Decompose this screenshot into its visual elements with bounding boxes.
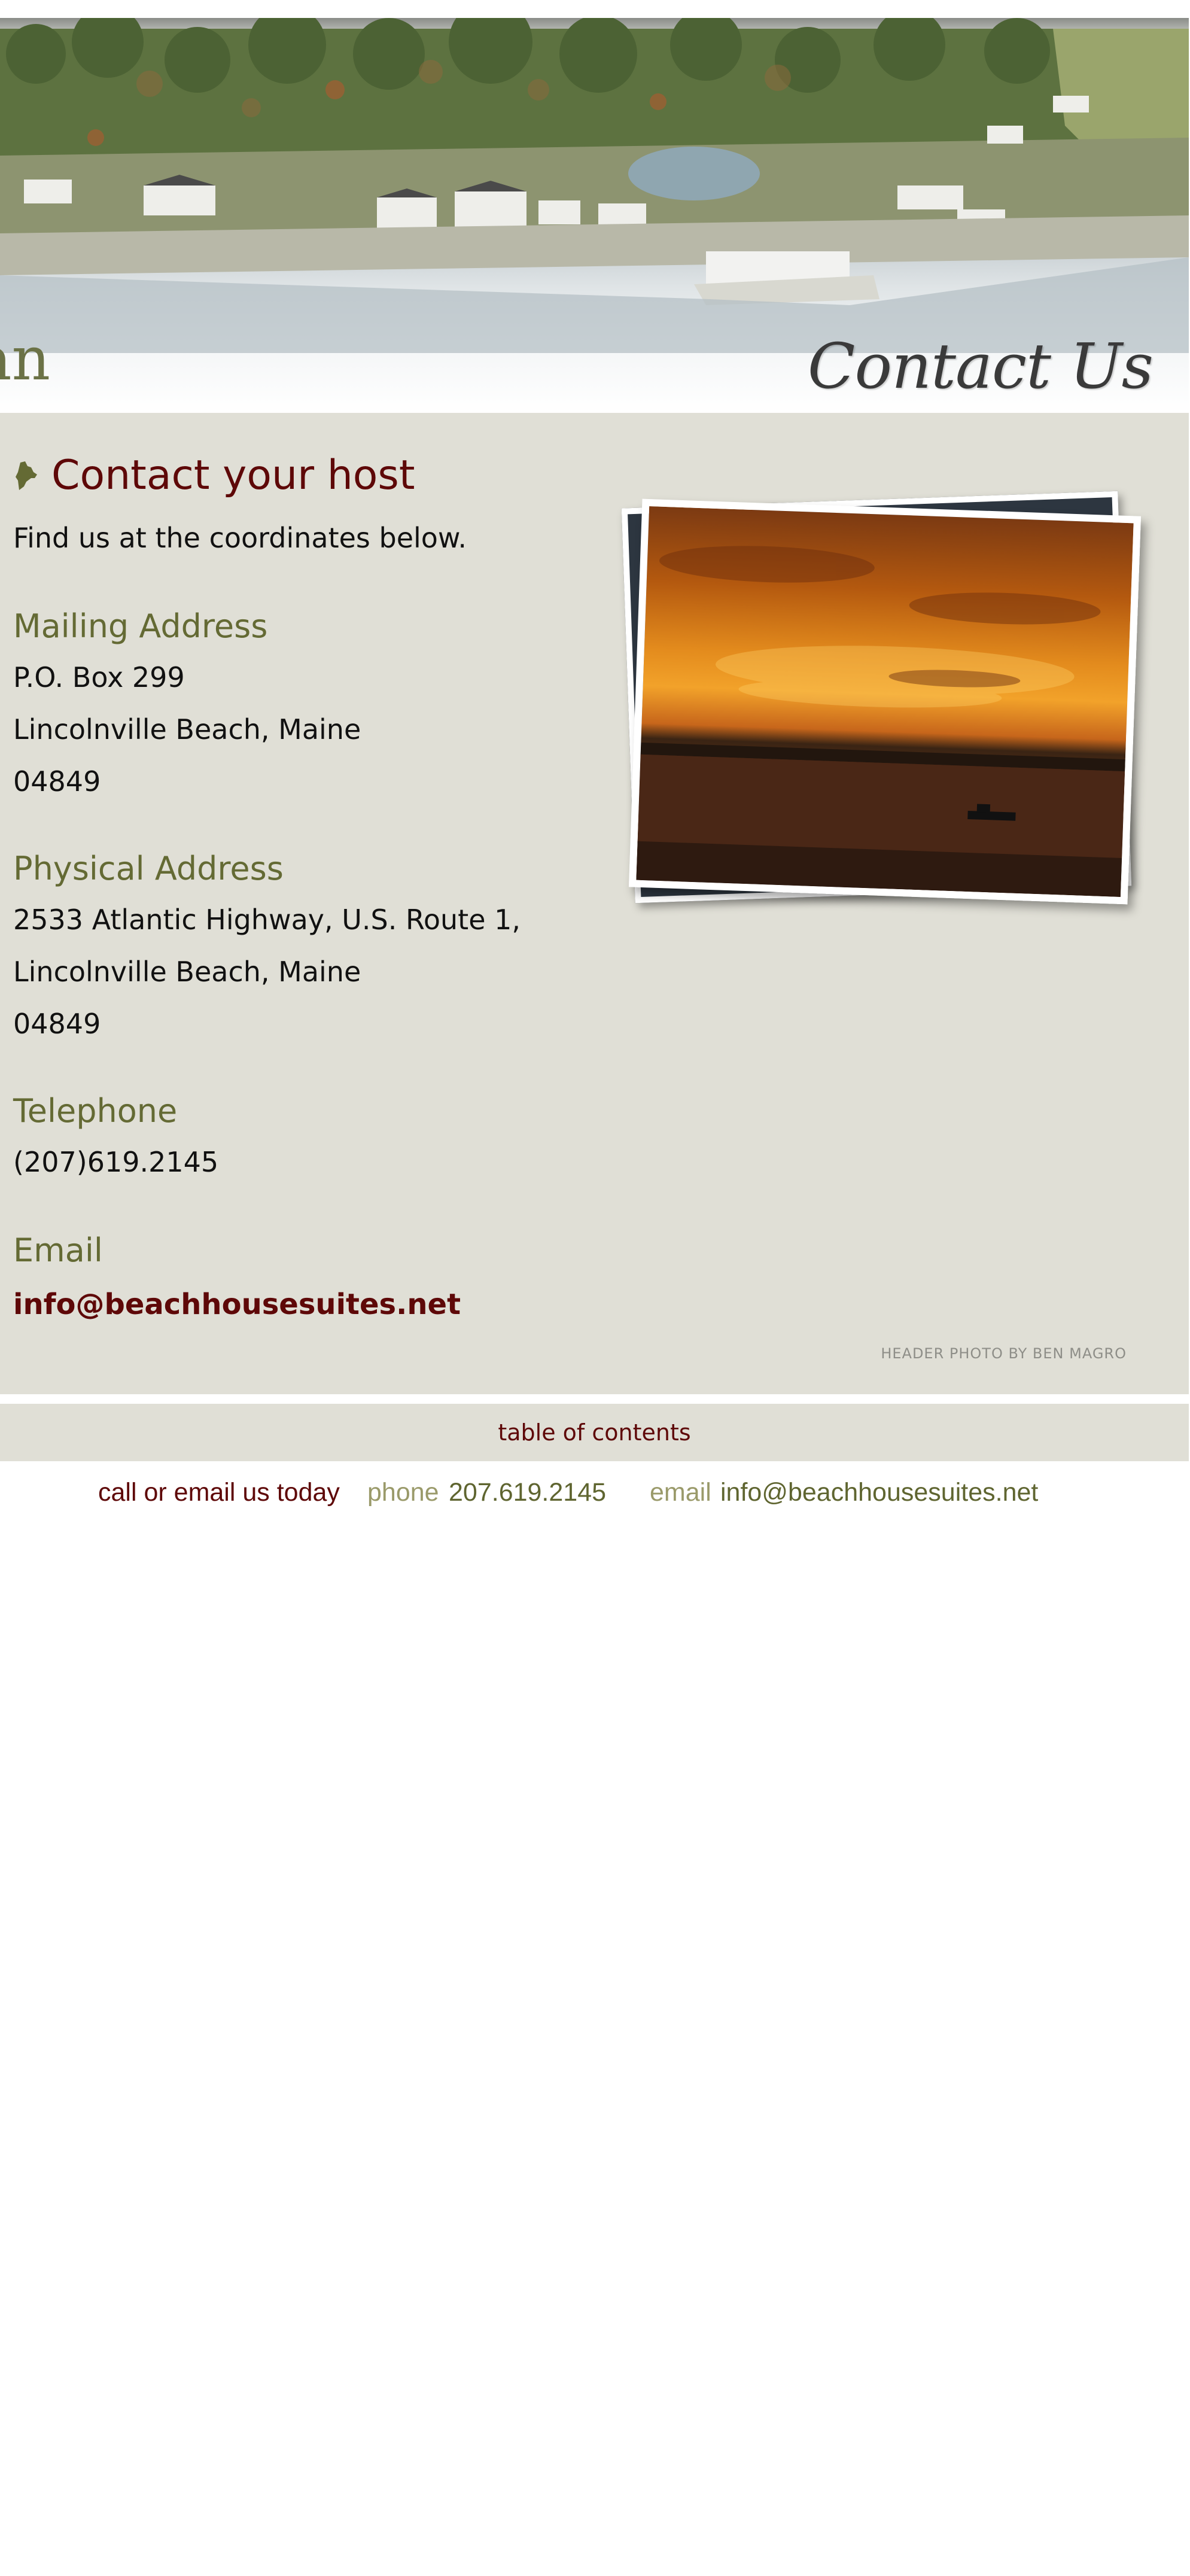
intro-text: Find us at the coordinates below. <box>13 522 467 554</box>
mailing-line-3: 04849 <box>13 765 101 798</box>
footer-email-link[interactable]: info@beachhousesuites.net <box>720 1473 1038 1511</box>
phone-value: 207.619.2145 <box>449 1478 607 1507</box>
page-title: Contact Us <box>807 330 1154 403</box>
mailing-address-title: Mailing Address <box>13 607 268 645</box>
email-label: email <box>650 1478 711 1507</box>
telephone-value: (207)619.2145 <box>13 1146 219 1178</box>
physical-line-1: 2533 Atlantic Highway, U.S. Route 1, <box>13 904 521 936</box>
toc-bar: table of contents <box>0 1404 1189 1461</box>
page-heading: Contact your host <box>51 452 415 499</box>
physical-line-2: Lincolnville Beach, Maine <box>13 956 361 988</box>
header-partial-word: an <box>0 324 51 394</box>
table-of-contents-link[interactable]: table of contents <box>498 1419 690 1446</box>
photo-credit: HEADER PHOTO BY BEN MAGRO <box>881 1345 1127 1362</box>
email-link[interactable]: info@beachhousesuites.net <box>13 1288 461 1322</box>
mailing-line-2: Lincolnville Beach, Maine <box>13 713 361 746</box>
email-title: Email <box>13 1231 103 1269</box>
mailing-line-1: P.O. Box 299 <box>13 661 185 694</box>
sunset-photo <box>628 498 1142 905</box>
contact-bar: call or email us today phone 207.619.214… <box>0 1473 1189 1511</box>
page: an Contact Us Contact your host Find us … <box>0 0 1190 2576</box>
heading-row: Contact your host <box>13 452 415 499</box>
maine-state-icon <box>16 461 37 491</box>
sunset-image <box>636 546 1125 897</box>
telephone-title: Telephone <box>13 1092 178 1130</box>
physical-address-title: Physical Address <box>13 850 284 887</box>
call-to-action: call or email us today <box>98 1478 340 1507</box>
phone-label: phone <box>367 1478 439 1507</box>
divider <box>0 1394 1189 1404</box>
physical-line-3: 04849 <box>13 1008 101 1040</box>
header-banner: an Contact Us <box>0 18 1189 413</box>
